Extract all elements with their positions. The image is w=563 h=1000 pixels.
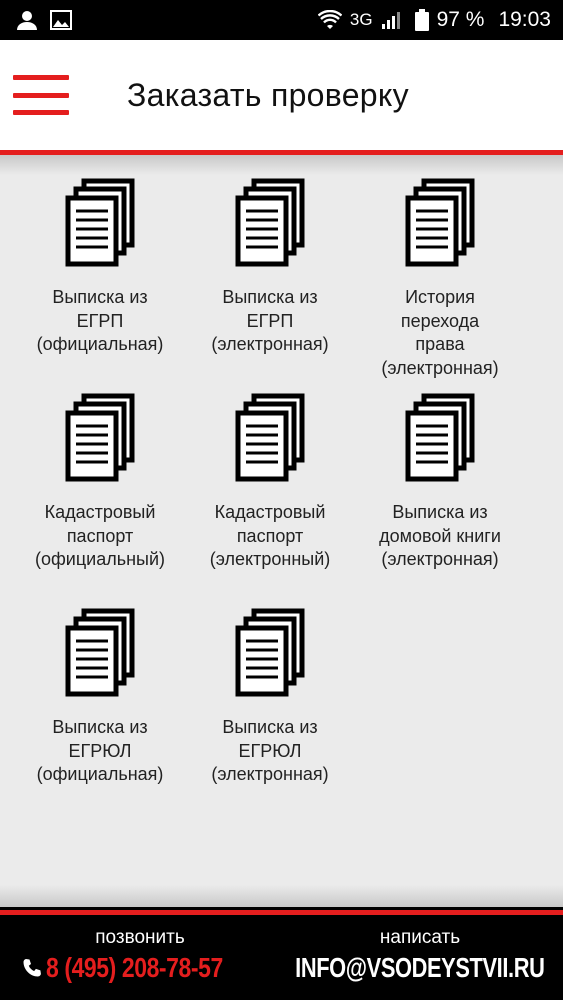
documents-icon <box>235 608 305 697</box>
tile-label: Кадастровый паспорт (электронный) <box>209 502 331 569</box>
tile-egrul-official[interactable]: Выписка из ЕГРЮЛ (официальная) <box>15 608 185 823</box>
service-grid: Выписка из ЕГРП (официальная) Выписка из… <box>15 178 525 823</box>
menu-icon-bar <box>13 92 69 98</box>
app-header: Заказать проверку <box>0 40 563 150</box>
tile-house-book[interactable]: Выписка из домовой книги (электронная) <box>355 393 525 608</box>
page-title: Заказать проверку <box>127 76 409 113</box>
tile-label: Выписка из ЕГРП (электронная) <box>211 287 329 354</box>
tile-ownership-history[interactable]: История перехода права (электронная) <box>355 178 525 393</box>
tile-label: Выписка из ЕГРП (официальная) <box>36 287 164 354</box>
documents-icon <box>235 178 305 267</box>
documents-icon <box>65 178 135 267</box>
signal-icon <box>381 10 401 30</box>
tile-cadastral-official[interactable]: Кадастровый паспорт (официальный) <box>15 393 185 608</box>
status-bar: 3G 97 % 19:03 <box>0 0 563 40</box>
hamburger-menu-button[interactable] <box>13 75 69 115</box>
tile-label: Выписка из ЕГРЮЛ (электронная) <box>211 717 329 784</box>
tile-label: Выписка из ЕГРЮЛ (официальная) <box>36 717 164 784</box>
battery-icon <box>414 9 429 31</box>
tile-label: Кадастровый паспорт (официальный) <box>34 502 166 569</box>
footer-divider <box>0 910 563 915</box>
tile-label: История перехода права (электронная) <box>381 287 499 378</box>
write-button[interactable]: написать INFO@VSODEYSTVII.RU <box>292 927 548 984</box>
battery-level: 97 % <box>436 8 485 31</box>
tile-label: Выписка из домовой книги (электронная) <box>379 502 501 569</box>
email-address[interactable]: INFO@VSODEYSTVII.RU <box>295 952 545 984</box>
tile-egrul-electronic[interactable]: Выписка из ЕГРЮЛ (электронная) <box>185 608 355 823</box>
image-icon <box>50 10 72 30</box>
menu-icon-bar <box>13 110 69 115</box>
clock: 19:03 <box>498 8 551 31</box>
documents-icon <box>65 393 135 482</box>
person-icon <box>16 9 38 31</box>
documents-icon <box>405 178 475 267</box>
menu-icon <box>13 75 69 80</box>
contact-footer: позвонить 8 (495) 208-78-57 написать INF… <box>0 907 563 1000</box>
header-shadow <box>0 155 563 175</box>
call-button[interactable]: позвонить 8 (495) 208-78-57 <box>22 927 258 984</box>
documents-icon <box>65 608 135 697</box>
tile-egrp-electronic[interactable]: Выписка из ЕГРП (электронная) <box>185 178 355 393</box>
wifi-icon <box>317 10 342 30</box>
documents-icon <box>405 393 475 482</box>
call-caption: позвонить <box>95 927 185 948</box>
phone-icon <box>22 958 42 978</box>
network-type: 3G <box>349 10 373 29</box>
documents-icon <box>235 393 305 482</box>
phone-number[interactable]: 8 (495) 208-78-57 <box>46 952 223 984</box>
write-caption: написать <box>379 927 461 948</box>
footer-shadow <box>0 885 563 907</box>
tile-cadastral-electronic[interactable]: Кадастровый паспорт (электронный) <box>185 393 355 608</box>
tile-egrp-official[interactable]: Выписка из ЕГРП (официальная) <box>15 178 185 393</box>
